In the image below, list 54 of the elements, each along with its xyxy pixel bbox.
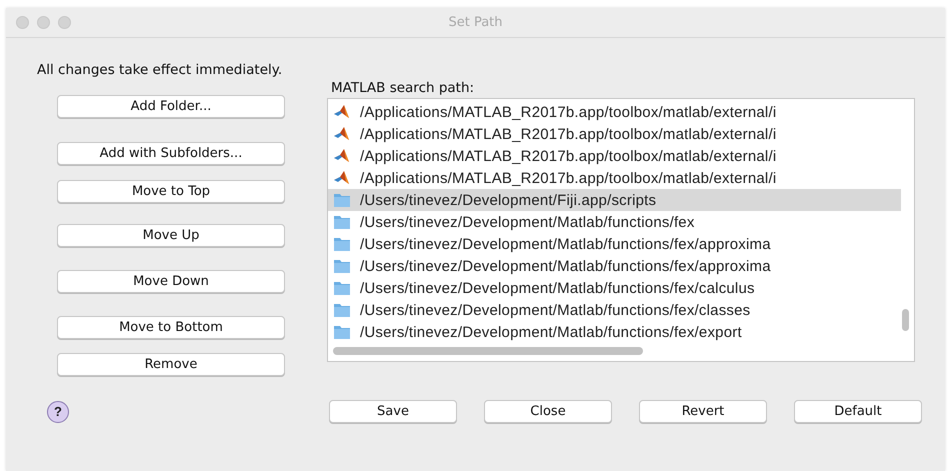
path-text: /Users/tinevez/Development/Fiji.app/scripts [360,192,656,208]
path-text: /Users/tinevez/Development/Matlab/functions/fex/export [360,324,742,340]
dialog-button[interactable]: Save [329,400,457,423]
zoom-window-button[interactable] [58,16,71,29]
folder-icon [333,191,351,209]
path-list[interactable] [327,98,915,362]
side-button[interactable]: Add Folder... [57,95,285,118]
matlab-logo-icon [333,147,351,165]
path-row[interactable]: /Applications/MATLAB_R2017b.app/toolbox/matlab/external/i [328,167,901,189]
info-message: All changes take effect immediately. [37,62,282,78]
close-window-button[interactable] [16,16,29,29]
side-button[interactable]: Move Up [57,224,285,247]
path-row[interactable]: /Users/tinevez/Development/Matlab/functions/fex/classes [328,299,901,321]
dialog-button[interactable]: Revert [639,400,767,423]
path-text: /Applications/MATLAB_R2017b.app/toolbox/matlab/external/i [360,170,776,186]
path-row[interactable]: /Users/tinevez/Development/Fiji.app/scripts [328,189,901,211]
matlab-logo-icon [333,169,351,187]
vertical-scrollbar[interactable] [902,309,909,331]
folder-icon [333,257,351,275]
matlab-logo-icon [333,125,351,143]
side-button[interactable]: Move to Bottom [57,316,285,339]
side-button[interactable]: Move Down [57,270,285,293]
dialog-button[interactable]: Default [794,400,922,423]
path-text: /Applications/MATLAB_R2017b.app/toolbox/matlab/external/i [360,126,776,142]
side-button[interactable]: Remove [57,353,285,376]
folder-icon [333,235,351,253]
list-label: MATLAB search path: [330,80,474,98]
path-text: /Users/tinevez/Development/Matlab/functions/fex/calculus [360,280,755,296]
path-row[interactable]: /Users/tinevez/Development/Matlab/functions/fex/calculus [328,277,901,299]
minimize-window-button[interactable] [37,16,50,29]
path-text: /Applications/MATLAB_R2017b.app/toolbox/matlab/external/i [360,104,776,120]
path-row[interactable]: /Applications/MATLAB_R2017b.app/toolbox/matlab/external/i [328,101,901,123]
path-row[interactable]: /Users/tinevez/Development/Matlab/functions/fex/approxima [328,255,901,277]
path-row[interactable]: /Users/tinevez/Development/Matlab/functions/fex/export [328,321,901,343]
folder-icon [333,279,351,297]
path-row[interactable]: /Applications/MATLAB_R2017b.app/toolbox/matlab/external/i [328,123,901,145]
dialog-button[interactable]: Close [484,400,612,423]
horizontal-scrollbar[interactable] [333,347,643,355]
path-row[interactable]: /Users/tinevez/Development/Matlab/functions/fex/approxima [328,233,901,255]
path-text: /Users/tinevez/Development/Matlab/functions/fex/approxima [360,258,771,274]
folder-icon [333,213,351,231]
path-row[interactable]: /Users/tinevez/Development/Matlab/functions/fex [328,211,901,233]
side-button[interactable]: Move to Top [57,180,285,203]
side-button[interactable]: Add with Subfolders... [57,142,285,165]
matlab-logo-icon [333,103,351,121]
path-text: /Users/tinevez/Development/Matlab/functions/fex/classes [360,302,750,318]
window-title: Set Path [448,15,503,30]
path-text: /Users/tinevez/Development/Matlab/functions/fex/approxima [360,236,771,252]
help-button[interactable]: ? [47,400,69,422]
path-row[interactable]: /Applications/MATLAB_R2017b.app/toolbox/matlab/external/i [328,145,901,167]
path-text: /Applications/MATLAB_R2017b.app/toolbox/matlab/external/i [360,148,776,164]
folder-icon [333,301,351,319]
path-text: /Users/tinevez/Development/Matlab/functions/fex [360,214,695,230]
folder-icon [333,323,351,341]
